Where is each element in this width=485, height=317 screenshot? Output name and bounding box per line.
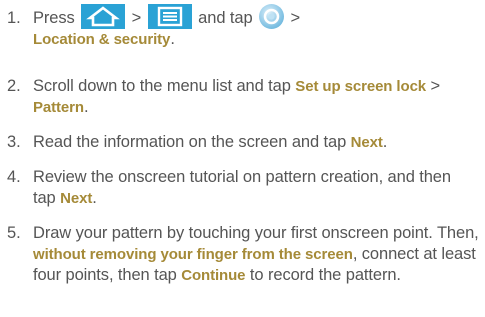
step-number: 2. — [7, 77, 21, 95]
step-text-segment: . — [92, 189, 97, 207]
home-icon — [81, 4, 126, 30]
step-number: 4. — [7, 168, 21, 186]
step-text-segment: > — [127, 9, 146, 27]
step-number: 3. — [7, 133, 21, 151]
step-text-segment: . — [382, 133, 388, 151]
step-text-segment: Press — [33, 9, 80, 27]
bold-term: Set up screen lock — [295, 78, 427, 95]
settings-icon — [259, 4, 285, 30]
step-text-segment: Draw your pattern by touching your first… — [33, 224, 479, 242]
menu-icon — [147, 4, 192, 30]
bold-term: Location & security — [33, 31, 171, 49]
step-text-segment: > — [426, 77, 441, 95]
step-text: Draw your pattern by touching your first… — [33, 223, 481, 286]
bold-term: Pattern — [33, 99, 84, 116]
step-text-segment: Scroll down to the menu list and tap — [33, 77, 296, 95]
bold-term: Next — [350, 134, 383, 151]
step-text-segment: Read the information on the screen and t… — [33, 133, 351, 151]
bold-term: Next — [60, 190, 93, 207]
step-text-segment: to record the pattern. — [245, 266, 401, 284]
step-text-segment: and tap — [193, 9, 258, 27]
step-text: Press > and tap > Location & security. — [33, 4, 481, 50]
bold-term: without removing your finger from the sc… — [33, 246, 353, 263]
bold-term: Continue — [181, 267, 246, 284]
step-number: 1. — [7, 9, 21, 27]
step-number: 5. — [7, 224, 21, 242]
step-text: Scroll down to the menu list and tap Set… — [33, 76, 481, 118]
step-text: Review the onscreen tutorial on pattern … — [33, 167, 453, 209]
step-text-segment: > — [286, 9, 301, 27]
step-text: Read the information on the screen and t… — [33, 132, 481, 153]
step-text-segment: . — [170, 30, 175, 49]
step-text-segment: . — [83, 98, 89, 116]
